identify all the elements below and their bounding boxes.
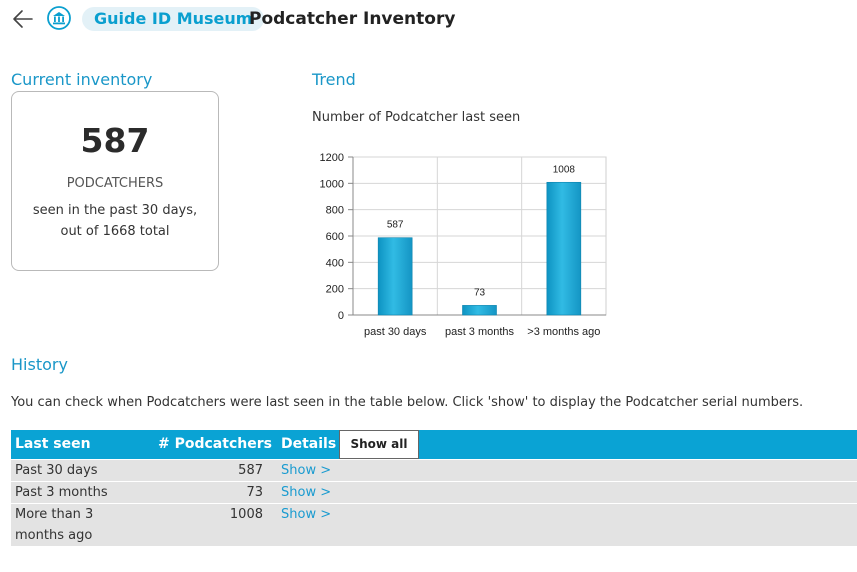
- inventory-desc-line1: seen in the past 30 days,: [32, 203, 198, 218]
- y-tick-label: 0: [338, 310, 344, 322]
- y-tick-label: 1200: [320, 152, 344, 164]
- trend-bar-chart: 0 200 400 600 800 1000 1200 587 past 30 days 73 pa…: [320, 152, 607, 338]
- inventory-description: seen in the past 30 days, out of 1668 to…: [12, 200, 218, 242]
- row-show-link[interactable]: Show >: [281, 482, 331, 503]
- inventory-desc-line2: out of 1668 total: [60, 224, 170, 239]
- y-tick-label: 1000: [320, 178, 344, 190]
- inventory-card: 587 PODCATCHERS seen in the past 30 days…: [11, 91, 219, 271]
- show-all-button[interactable]: Show all: [339, 430, 419, 459]
- bar-value-label: 73: [474, 287, 486, 298]
- trend-heading: Trend: [312, 70, 356, 89]
- x-tick-label: past 3 months: [445, 326, 515, 338]
- page-title: Podcatcher Inventory: [249, 9, 456, 29]
- column-details: Details: [281, 436, 337, 452]
- x-tick-label: past 30 days: [364, 326, 427, 338]
- bar: [546, 181, 582, 316]
- table-row: More than 3 months ago 1008 Show >: [11, 503, 857, 546]
- row-last-seen: Past 30 days: [15, 463, 98, 478]
- bar-value-label: 587: [387, 220, 404, 231]
- row-last-seen: Past 3 months: [15, 485, 108, 500]
- row-count: 1008: [229, 507, 263, 522]
- row-last-seen-line2: months ago: [15, 528, 93, 543]
- inventory-count: 587: [80, 121, 150, 160]
- table-header: Last seen # Podcatchers Details Show all: [11, 430, 857, 459]
- row-count: 587: [238, 463, 263, 478]
- row-last-seen-line1: More than 3: [15, 507, 94, 522]
- y-tick-label: 400: [326, 257, 344, 269]
- row-last-seen: More than 3 months ago: [15, 504, 145, 546]
- y-tick-label: 800: [326, 205, 344, 217]
- history-description: You can check when Podcatchers were last…: [11, 395, 804, 410]
- museum-icon: [47, 6, 71, 30]
- inventory-unit: PODCATCHERS: [66, 176, 164, 191]
- column-podcatchers: # Podcatchers: [158, 436, 272, 452]
- back-button[interactable]: [10, 6, 36, 32]
- history-table: Last seen # Podcatchers Details Show all…: [11, 430, 857, 546]
- bar: [377, 237, 413, 316]
- table-row: Past 30 days 587 Show >: [11, 459, 857, 481]
- history-heading: History: [11, 355, 68, 374]
- breadcrumb-museum[interactable]: Guide ID Museum: [82, 7, 265, 31]
- x-tick-label: >3 months ago: [527, 326, 600, 338]
- row-count: 73: [246, 485, 263, 500]
- table-row: Past 3 months 73 Show >: [11, 481, 857, 503]
- current-inventory-heading: Current inventory: [11, 70, 153, 89]
- y-tick-label: 200: [326, 284, 344, 296]
- column-last-seen: Last seen: [15, 436, 91, 452]
- arrow-left-icon: [13, 10, 33, 28]
- row-show-link[interactable]: Show >: [281, 460, 331, 481]
- y-tick-label: 600: [326, 231, 344, 243]
- row-show-link[interactable]: Show >: [281, 504, 331, 525]
- bar-value-label: 1008: [553, 164, 576, 175]
- chart-subtitle: Number of Podcatcher last seen: [312, 110, 521, 125]
- bar: [462, 305, 497, 316]
